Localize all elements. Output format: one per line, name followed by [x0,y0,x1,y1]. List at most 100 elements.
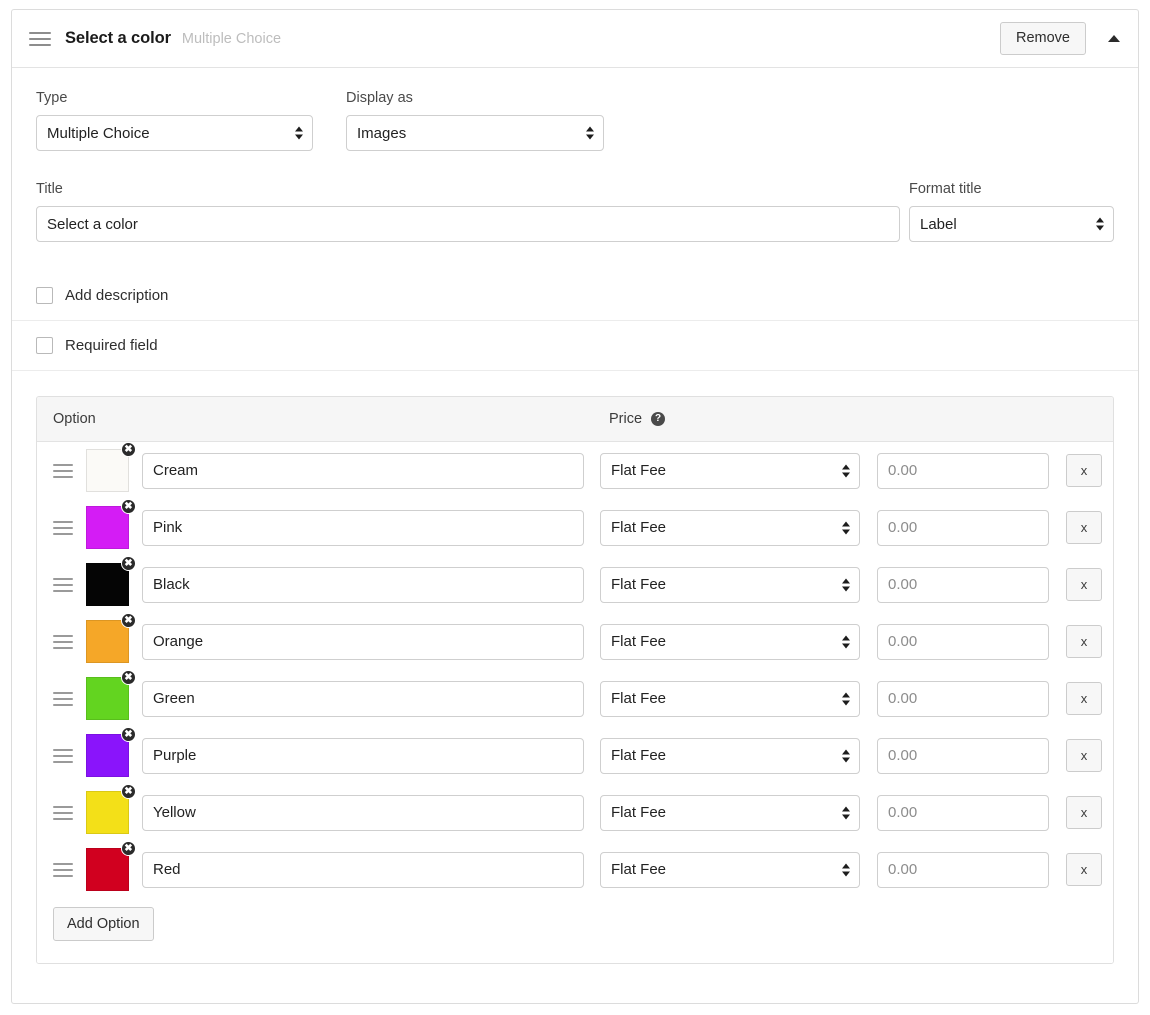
table-row: ✖x [37,442,1113,499]
required-field-checkbox[interactable] [36,337,53,354]
remove-button[interactable]: Remove [1000,22,1086,56]
add-option-row: Add Option [37,898,1113,963]
options-rows: ✖x✖x✖x✖x✖x✖x✖x✖x [37,442,1113,898]
color-swatch-wrap: ✖ [86,563,129,606]
column-header-option: Option [53,411,609,427]
drag-handle-icon[interactable] [53,521,73,535]
price-field [877,681,1049,717]
fee-type-select[interactable] [600,738,860,774]
drag-handle-icon[interactable] [53,806,73,820]
remove-option-cell: x [1066,511,1102,544]
delete-circle-icon[interactable]: ✖ [121,613,136,628]
color-swatch[interactable] [86,506,129,549]
delete-circle-icon[interactable]: ✖ [121,499,136,514]
drag-handle-icon[interactable] [53,863,73,877]
delete-circle-icon[interactable]: ✖ [121,784,136,799]
add-description-row[interactable]: Add description [12,270,1138,320]
title-field-group: Title [36,181,900,242]
option-name-input[interactable] [142,852,584,888]
price-input[interactable] [877,681,1049,717]
option-name-input[interactable] [142,510,584,546]
type-select[interactable] [36,115,313,151]
fee-type-field [600,567,860,603]
remove-option-button[interactable]: x [1066,511,1102,544]
required-field-row[interactable]: Required field [12,320,1138,370]
delete-circle-icon[interactable]: ✖ [121,727,136,742]
color-swatch[interactable] [86,677,129,720]
drag-handle-icon[interactable] [29,31,51,47]
table-row: ✖x [37,499,1113,556]
price-input[interactable] [877,453,1049,489]
option-name-input[interactable] [142,738,584,774]
remove-option-button[interactable]: x [1066,454,1102,487]
color-swatch[interactable] [86,449,129,492]
remove-option-button[interactable]: x [1066,625,1102,658]
fee-type-select[interactable] [600,453,860,489]
caret-up-icon[interactable] [1108,35,1120,42]
format-title-select-wrap [909,206,1114,242]
option-name-input[interactable] [142,681,584,717]
title-format-row: Title Format title [36,181,1114,242]
option-name-input[interactable] [142,453,584,489]
add-description-checkbox[interactable] [36,287,53,304]
delete-circle-icon[interactable]: ✖ [121,670,136,685]
color-swatch[interactable] [86,620,129,663]
display-as-select[interactable] [346,115,604,151]
option-name-input[interactable] [142,624,584,660]
delete-circle-icon[interactable]: ✖ [121,556,136,571]
remove-option-button[interactable]: x [1066,739,1102,772]
page-root: Select a color Multiple Choice Remove Ty… [0,0,1150,1015]
card-header: Select a color Multiple Choice Remove [12,10,1138,68]
drag-handle-icon[interactable] [53,749,73,763]
price-input[interactable] [877,795,1049,831]
color-swatch[interactable] [86,734,129,777]
price-input[interactable] [877,510,1049,546]
color-swatch[interactable] [86,563,129,606]
remove-option-button[interactable]: x [1066,682,1102,715]
format-title-select[interactable] [909,206,1114,242]
fee-type-select[interactable] [600,510,860,546]
remove-option-cell: x [1066,682,1102,715]
add-description-label: Add description [65,287,168,304]
fee-type-select[interactable] [600,795,860,831]
help-circle-icon[interactable]: ? [651,412,665,426]
fee-type-select[interactable] [600,852,860,888]
drag-handle-icon[interactable] [53,578,73,592]
page-title: Select a color [65,29,171,48]
fee-type-field [600,681,860,717]
fee-type-select[interactable] [600,567,860,603]
type-display-row: Type Display as [36,90,1114,151]
question-type-subtitle: Multiple Choice [182,31,281,47]
drag-handle-icon[interactable] [53,464,73,478]
title-section: Title Format title [12,159,1138,254]
drag-handle-icon[interactable] [53,692,73,706]
fee-type-select[interactable] [600,681,860,717]
color-swatch-wrap: ✖ [86,449,129,492]
add-option-button[interactable]: Add Option [53,907,154,941]
remove-option-cell: x [1066,454,1102,487]
drag-handle-icon[interactable] [53,635,73,649]
fee-type-select[interactable] [600,624,860,660]
format-title-label: Format title [909,181,1114,197]
price-input[interactable] [877,852,1049,888]
price-input[interactable] [877,567,1049,603]
delete-circle-icon[interactable]: ✖ [121,442,136,457]
table-row: ✖x [37,841,1113,898]
type-select-wrap [36,115,313,151]
remove-option-button[interactable]: x [1066,796,1102,829]
color-swatch[interactable] [86,848,129,891]
option-name-input[interactable] [142,567,584,603]
price-input[interactable] [877,624,1049,660]
color-swatch[interactable] [86,791,129,834]
remove-option-button[interactable]: x [1066,853,1102,886]
price-field [877,453,1049,489]
remove-option-button[interactable]: x [1066,568,1102,601]
remove-option-cell: x [1066,568,1102,601]
delete-circle-icon[interactable]: ✖ [121,841,136,856]
price-input[interactable] [877,738,1049,774]
table-row: ✖x [37,556,1113,613]
option-name-field [142,510,584,546]
color-swatch-wrap: ✖ [86,506,129,549]
option-name-input[interactable] [142,795,584,831]
title-input[interactable] [36,206,900,242]
